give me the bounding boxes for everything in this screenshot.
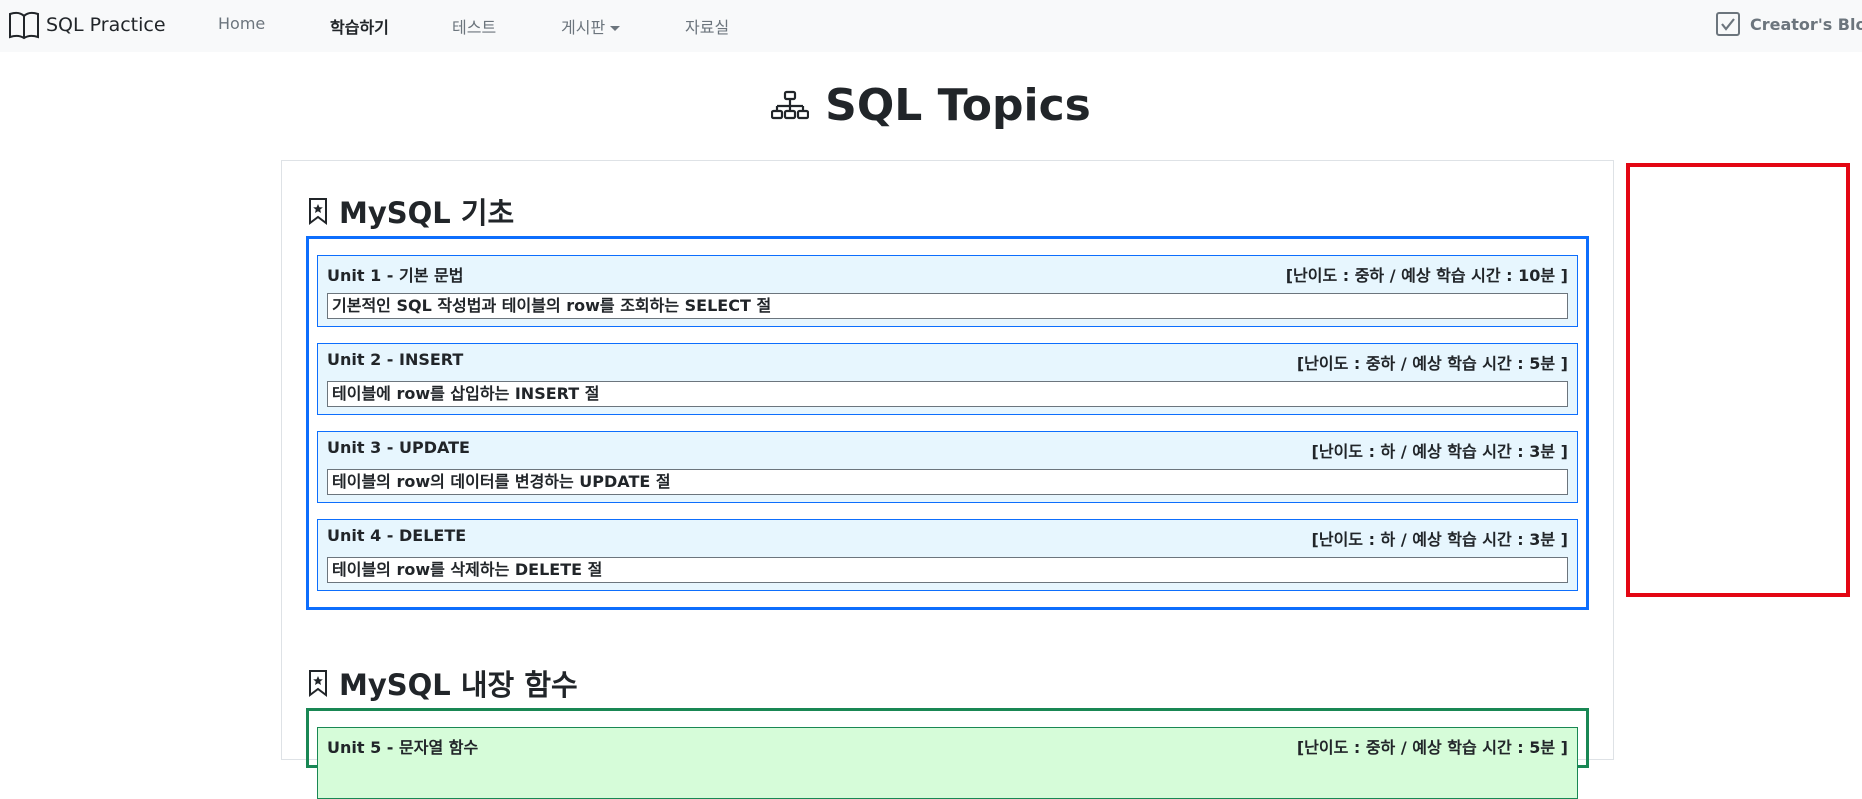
- unit-card[interactable]: Unit 4 - DELETE [난이도 : 하 / 예상 학습 시간 : 3분…: [317, 519, 1578, 591]
- page-title: SQL Topics: [0, 80, 1862, 131]
- nav-board-dropdown[interactable]: 게시판: [561, 14, 621, 38]
- unit-card[interactable]: Unit 2 - INSERT [난이도 : 중하 / 예상 학습 시간 : 5…: [317, 343, 1578, 415]
- unit-meta: [난이도 : 중하 / 예상 학습 시간 : 10분 ]: [1285, 266, 1568, 285]
- creator-blog-link[interactable]: Creator's Blog: [1716, 12, 1862, 36]
- nav-test[interactable]: 테스트: [452, 14, 496, 38]
- unit-card[interactable]: Unit 5 - 문자열 함수 [난이도 : 중하 / 예상 학습 시간 : 5…: [317, 727, 1578, 799]
- unit-title: Unit 4 - DELETE: [327, 526, 467, 545]
- section-heading-text: MySQL 기초: [339, 196, 515, 230]
- ad-placeholder: [1626, 163, 1850, 597]
- top-navbar: SQL Practice Home 학습하기 테스트 게시판 자료실 Creat…: [0, 0, 1862, 52]
- unit-meta: [난이도 : 하 / 예상 학습 시간 : 3분 ]: [1311, 442, 1568, 461]
- unit-title: Unit 1 - 기본 문법: [327, 266, 464, 285]
- nav-learn[interactable]: 학습하기: [330, 14, 389, 38]
- unit-meta: [난이도 : 하 / 예상 학습 시간 : 3분 ]: [1311, 530, 1568, 549]
- sitemap-icon: [771, 90, 810, 119]
- section-heading-text: MySQL 내장 함수: [339, 668, 578, 702]
- nav-resources[interactable]: 자료실: [685, 14, 729, 38]
- unit-card[interactable]: Unit 1 - 기본 문법 [난이도 : 중하 / 예상 학습 시간 : 10…: [317, 255, 1578, 327]
- unit-meta: [난이도 : 중하 / 예상 학습 시간 : 5분 ]: [1296, 354, 1568, 373]
- creator-blog-label: Creator's Blog: [1750, 14, 1862, 34]
- check-square-icon: [1716, 12, 1740, 36]
- unit-description: 테이블에 row를 삽입하는 INSERT 절: [327, 381, 1568, 407]
- section-heading-basics: MySQL 기초: [307, 190, 514, 232]
- unit-title: Unit 2 - INSERT: [327, 350, 464, 369]
- bookmark-star-icon: [309, 670, 327, 697]
- book-icon: [9, 11, 39, 40]
- unit-title: Unit 3 - UPDATE: [327, 438, 470, 457]
- nav-home[interactable]: Home: [218, 14, 265, 33]
- brand-link[interactable]: SQL Practice: [8, 10, 166, 40]
- brand-label: SQL Practice: [46, 14, 166, 36]
- caret-down-icon: [610, 26, 621, 31]
- nav-board-label: 게시판: [561, 18, 606, 37]
- unit-card[interactable]: Unit 3 - UPDATE [난이도 : 하 / 예상 학습 시간 : 3분…: [317, 431, 1578, 503]
- page-title-text: SQL Topics: [825, 80, 1091, 131]
- unit-description: 기본적인 SQL 작성법과 테이블의 row를 조회하는 SELECT 절: [327, 293, 1568, 319]
- section-heading-functions: MySQL 내장 함수: [307, 662, 578, 704]
- unit-title: Unit 5 - 문자열 함수: [327, 738, 479, 757]
- unit-meta: [난이도 : 중하 / 예상 학습 시간 : 5분 ]: [1296, 738, 1568, 757]
- unit-description: 테이블의 row를 삭제하는 DELETE 절: [327, 557, 1568, 583]
- unit-description: 테이블의 row의 데이터를 변경하는 UPDATE 절: [327, 469, 1568, 495]
- bookmark-star-icon: [309, 198, 327, 225]
